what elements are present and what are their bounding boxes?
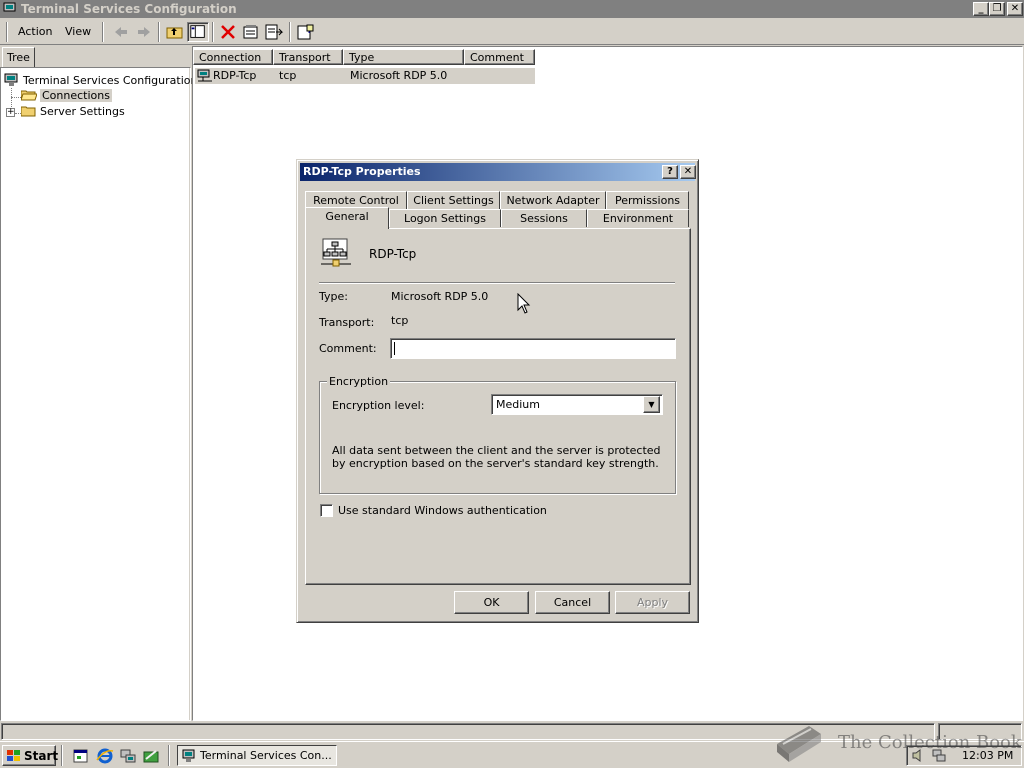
- speaker-icon[interactable]: [911, 748, 925, 763]
- network-icon[interactable]: [119, 747, 137, 765]
- type-value: Microsoft RDP 5.0: [391, 290, 489, 303]
- column-header-type[interactable]: Type: [343, 49, 464, 65]
- back-arrow-icon[interactable]: [110, 22, 132, 42]
- tab-environment[interactable]: Environment: [587, 209, 689, 227]
- ok-button[interactable]: OK: [454, 591, 529, 614]
- dialog-close-button[interactable]: ✕: [680, 165, 696, 179]
- windows-logo-icon: [7, 750, 20, 761]
- delete-icon[interactable]: [217, 22, 239, 42]
- encryption-level-label: Encryption level:: [332, 399, 425, 412]
- cancel-button[interactable]: Cancel: [535, 591, 610, 614]
- tree-pane: Terminal Services Configuration Connecti…: [1, 68, 197, 720]
- terminal-services-icon: [3, 2, 16, 15]
- open-folder-icon: [21, 90, 37, 101]
- encryption-group-label: Encryption: [327, 375, 391, 388]
- connection-icon: [197, 69, 212, 82]
- tab-logon-settings[interactable]: Logon Settings: [389, 209, 501, 227]
- terminal-services-icon: [182, 749, 195, 762]
- tools-icon[interactable]: [142, 747, 160, 765]
- mouse-cursor-icon: [517, 293, 531, 314]
- status-cell-main: [1, 723, 935, 740]
- connection-large-icon: [321, 238, 351, 267]
- forward-arrow-icon[interactable]: [133, 22, 155, 42]
- tree-item-label: Server Settings: [40, 105, 125, 118]
- network-status-icon[interactable]: [931, 748, 947, 763]
- export-list-icon[interactable]: [263, 22, 285, 42]
- auth-checkbox[interactable]: [320, 504, 333, 517]
- tree-root-label: Terminal Services Configuration: [23, 74, 198, 87]
- apply-button[interactable]: Apply: [615, 591, 690, 614]
- tree-item-server-settings[interactable]: Server Settings: [21, 105, 125, 118]
- tab-permissions[interactable]: Permissions: [606, 191, 689, 209]
- tree-item-connections[interactable]: Connections: [21, 89, 112, 102]
- dialog-title-bar: RDP-Tcp Properties ? ✕: [300, 163, 696, 181]
- cell-transport: tcp: [279, 69, 297, 82]
- tab-sessions[interactable]: Sessions: [501, 209, 587, 227]
- tree-root[interactable]: Terminal Services Configuration: [4, 73, 197, 87]
- up-folder-icon[interactable]: [164, 22, 186, 42]
- help-icon[interactable]: ?: [295, 22, 317, 42]
- taskbar-app-button[interactable]: Terminal Services Con...: [177, 745, 337, 766]
- terminal-services-icon: [4, 73, 18, 86]
- divider: [319, 282, 675, 284]
- help-button[interactable]: ?: [662, 165, 678, 179]
- taskbar-separator: [61, 745, 63, 766]
- type-label: Type:: [319, 290, 348, 303]
- tab-client-settings[interactable]: Client Settings: [407, 191, 500, 209]
- comment-field[interactable]: [390, 338, 676, 359]
- toolbar-separator: [102, 22, 104, 42]
- column-header-transport[interactable]: Transport: [273, 49, 343, 65]
- show-desktop-icon[interactable]: [72, 747, 90, 765]
- column-header-comment[interactable]: Comment: [464, 49, 535, 65]
- menu-action[interactable]: Action: [18, 25, 52, 38]
- tree-line: [11, 97, 21, 98]
- show-tree-icon[interactable]: [187, 22, 209, 42]
- app-title-bar: Terminal Services Configuration _ ❐ ✕: [0, 0, 1024, 18]
- encryption-description: All data sent between the client and the…: [332, 444, 661, 470]
- column-header-connection[interactable]: Connection: [193, 49, 273, 65]
- properties-dialog: RDP-Tcp Properties ? ✕ Remote Control Cl…: [296, 159, 699, 623]
- auth-checkbox-label: Use standard Windows authentication: [338, 504, 547, 517]
- folder-icon: [21, 106, 36, 117]
- taskbar-app-label: Terminal Services Con...: [200, 749, 332, 762]
- app-title: Terminal Services Configuration: [21, 2, 237, 16]
- toolbar-grip: [6, 22, 8, 42]
- properties-icon[interactable]: [240, 22, 262, 42]
- comment-label: Comment:: [319, 342, 377, 355]
- start-label: Start: [24, 749, 59, 763]
- text-caret: [394, 342, 395, 355]
- dialog-title: RDP-Tcp Properties: [303, 165, 421, 178]
- table-row[interactable]: RDP-Tcp tcp Microsoft RDP 5.0: [195, 68, 535, 84]
- expand-plus-icon[interactable]: +: [6, 108, 15, 117]
- encryption-level-value: Medium: [496, 398, 540, 411]
- connection-name: RDP-Tcp: [369, 247, 417, 261]
- tab-tree[interactable]: Tree: [2, 47, 35, 68]
- chevron-down-icon[interactable]: ▼: [643, 396, 660, 413]
- menu-view[interactable]: View: [65, 25, 91, 38]
- tab-general[interactable]: General: [305, 207, 389, 229]
- minimize-button[interactable]: _: [973, 2, 989, 16]
- taskbar: Start Terminal Services Con... 12:03 PM: [0, 741, 1024, 768]
- tab-network-adapter[interactable]: Network Adapter: [500, 191, 606, 209]
- close-button[interactable]: ✕: [1007, 2, 1023, 16]
- internet-explorer-icon[interactable]: [96, 747, 114, 765]
- status-cell-secondary: [938, 723, 1022, 740]
- toolbar-separator: [158, 22, 160, 42]
- status-bar: [0, 721, 1024, 741]
- toolbar: Action View ?: [0, 19, 1024, 45]
- toolbar-separator: [289, 22, 291, 42]
- restore-button[interactable]: ❐: [989, 2, 1005, 16]
- clock: 12:03 PM: [962, 749, 1014, 762]
- cell-type: Microsoft RDP 5.0: [350, 69, 448, 82]
- system-tray: 12:03 PM: [906, 745, 1022, 766]
- toolbar-separator: [212, 22, 214, 42]
- cell-connection: RDP-Tcp: [213, 69, 257, 82]
- start-button[interactable]: Start: [2, 745, 59, 766]
- taskbar-separator: [168, 745, 170, 766]
- tree-item-label: Connections: [40, 89, 112, 102]
- transport-value: tcp: [391, 314, 409, 327]
- encryption-level-select[interactable]: Medium ▼: [491, 394, 663, 415]
- transport-label: Transport:: [319, 316, 375, 329]
